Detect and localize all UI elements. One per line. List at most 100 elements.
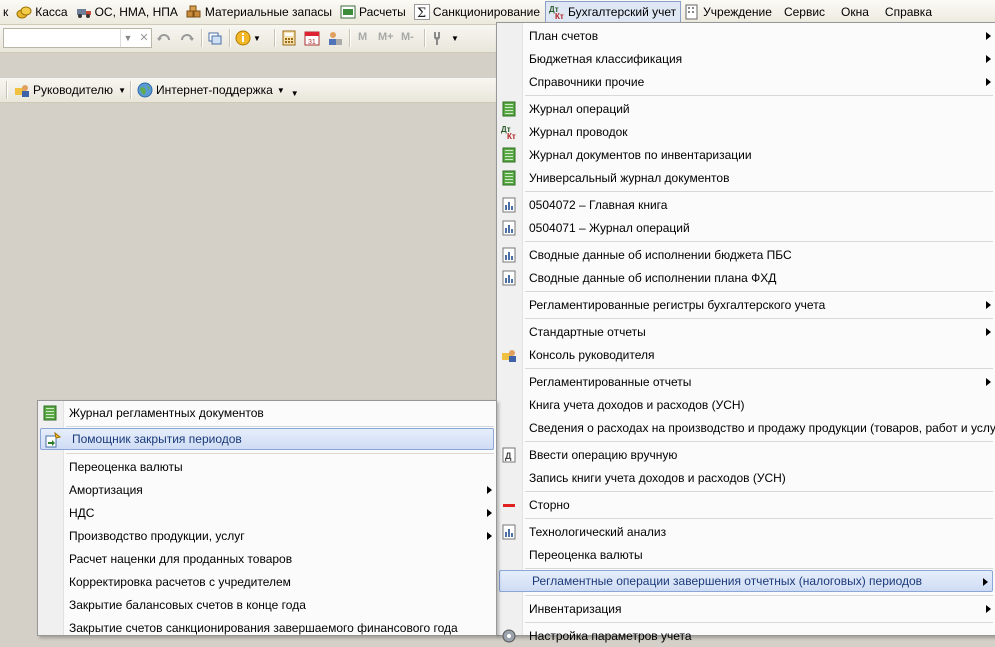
- menu-item[interactable]: Расчет наценки для проданных товаров: [38, 548, 496, 570]
- memory-button[interactable]: M: [358, 31, 367, 43]
- menu-item[interactable]: Справочники прочие: [497, 71, 995, 93]
- menu-item[interactable]: Настройка параметров учета: [497, 625, 995, 647]
- copy-windows-icon[interactable]: [207, 30, 223, 46]
- menubar-item-1[interactable]: Касса: [13, 1, 71, 23]
- svg-text:31: 31: [308, 39, 316, 46]
- menu-separator: [525, 441, 993, 442]
- menu-item[interactable]: Переоценка валюты: [38, 456, 496, 478]
- menu-item[interactable]: Регламентные операции завершения отчетны…: [499, 570, 993, 592]
- menu-item-label: Ввести операцию вручную: [529, 448, 678, 462]
- dt-kt-icon: Дт Кт: [501, 124, 517, 141]
- menu-item[interactable]: Стандартные отчеты: [497, 321, 995, 343]
- menu-item[interactable]: Закрытие счетов санкционирования заверша…: [38, 617, 496, 639]
- memory-plus-button[interactable]: M+: [378, 31, 394, 43]
- combo-dropdown-icon[interactable]: ▼: [120, 29, 135, 47]
- menu-item-label: Производство продукции, услуг: [69, 529, 245, 543]
- submenu-arrow-icon: [986, 78, 991, 86]
- menubar-item-6[interactable]: Дт Кт Бухгалтерский учет: [545, 1, 682, 23]
- menubar-item-label: Материальные запасы: [204, 5, 333, 19]
- manager-console-icon: [501, 347, 517, 363]
- menu-item[interactable]: План счетов: [497, 25, 995, 47]
- menu-item-label: Книга учета доходов и расходов (УСН): [529, 398, 745, 412]
- menu-item[interactable]: Инвентаризация: [497, 598, 995, 620]
- menubar-item-10[interactable]: Справка: [877, 1, 940, 23]
- menubar-item-0[interactable]: к: [0, 1, 12, 23]
- wizard-icon: [45, 431, 62, 448]
- submenu-arrow-icon: [487, 509, 492, 517]
- menubar-item-label: Окна: [841, 5, 869, 19]
- menubar-item-8[interactable]: Сервис: [776, 1, 833, 23]
- internet-dropdown-icon-2[interactable]: ▼: [291, 89, 299, 98]
- menubar-item-3[interactable]: Материальные запасы: [183, 1, 336, 23]
- tools-dropdown-icon[interactable]: ▼: [451, 34, 467, 50]
- find-prev-icon[interactable]: [179, 30, 195, 46]
- menu-item[interactable]: Книга учета доходов и расходов (УСН): [497, 394, 995, 416]
- menubar-item-label: Сервис: [783, 5, 826, 19]
- calendar-icon[interactable]: 31: [304, 30, 320, 46]
- search-combo[interactable]: ▼ ✕: [3, 28, 152, 48]
- menubar-item-2[interactable]: ОС, НМА, НПА: [73, 1, 182, 23]
- submenu-arrow-icon: [487, 486, 492, 494]
- menu-item[interactable]: Сведения о расходах на производство и пр…: [497, 417, 995, 439]
- manager-button[interactable]: Руководителю ▼: [14, 82, 126, 98]
- menu-item[interactable]: Сводные данные об исполнении плана ФХД: [497, 267, 995, 289]
- menu-item-label: Помощник закрытия периодов: [72, 432, 242, 446]
- menu-item[interactable]: Журнал регламентных документов: [38, 402, 496, 424]
- menu-item[interactable]: Амортизация: [38, 479, 496, 501]
- menu-item[interactable]: 0504071 – Журнал операций: [497, 217, 995, 239]
- menu-item[interactable]: Регламентированные регистры бухгалтерско…: [497, 294, 995, 316]
- menu-item[interactable]: Технологический анализ: [497, 521, 995, 543]
- report-icon: [501, 247, 517, 263]
- period-closing-submenu: Журнал регламентных документов Помощник з…: [37, 400, 497, 636]
- journal-green-icon: [501, 147, 517, 163]
- menu-item[interactable]: Производство продукции, услуг: [38, 525, 496, 547]
- menu-item-label: Сторно: [529, 498, 570, 512]
- boxes-icon: [186, 4, 202, 20]
- info-icon[interactable]: [235, 30, 251, 46]
- menu-item[interactable]: НДС: [38, 502, 496, 524]
- menu-item[interactable]: Регламентированные отчеты: [497, 371, 995, 393]
- menu-item[interactable]: Сторно: [497, 494, 995, 516]
- manager-dropdown-icon[interactable]: ▼: [118, 86, 126, 95]
- menu-item[interactable]: Корректировка расчетов с учредителем: [38, 571, 496, 593]
- menubar-item-9[interactable]: Окна: [833, 1, 877, 23]
- menu-separator: [525, 291, 993, 292]
- menubar-item-5[interactable]: Σ Санкционирование: [411, 1, 544, 23]
- internet-support-button[interactable]: Интернет-поддержка ▼ ▼: [137, 82, 299, 98]
- menu-separator: [525, 622, 993, 623]
- journal-green-icon: [501, 101, 517, 117]
- calculator-icon[interactable]: [281, 30, 297, 46]
- menu-item[interactable]: Закрытие балансовых счетов в конце года: [38, 594, 496, 616]
- submenu-arrow-icon: [986, 32, 991, 40]
- menu-item[interactable]: Бюджетная классификация: [497, 48, 995, 70]
- menu-item[interactable]: 0504072 – Главная книга: [497, 194, 995, 216]
- building-icon: [684, 4, 700, 20]
- menu-item[interactable]: Переоценка валюты: [497, 544, 995, 566]
- menu-item[interactable]: Помощник закрытия периодов: [40, 428, 494, 450]
- menu-item[interactable]: Журнал операций: [497, 98, 995, 120]
- menubar-item-7[interactable]: Учреждение: [681, 1, 776, 23]
- menu-item-label: Корректировка расчетов с учредителем: [69, 575, 291, 589]
- menu-item[interactable]: Запись книги учета доходов и расходов (У…: [497, 467, 995, 489]
- find-next-icon[interactable]: [156, 30, 172, 46]
- menu-item[interactable]: Сводные данные об исполнении бюджета ПБС: [497, 244, 995, 266]
- users-icon[interactable]: [327, 30, 343, 46]
- svg-text:Σ: Σ: [417, 6, 426, 20]
- menu-item[interactable]: Д Ввести операцию вручную: [497, 444, 995, 466]
- memory-minus-button[interactable]: M-: [401, 31, 414, 43]
- menu-item-label: Сводные данные об исполнении плана ФХД: [529, 271, 777, 285]
- menu-item[interactable]: Консоль руководителя: [497, 344, 995, 366]
- menu-item-label: Амортизация: [69, 483, 143, 497]
- combo-clear-icon[interactable]: ✕: [137, 29, 151, 47]
- internet-dropdown-icon[interactable]: ▼: [277, 86, 285, 95]
- menu-separator: [525, 595, 993, 596]
- menubar-item-4[interactable]: Расчеты: [337, 1, 410, 23]
- menubar-item-label: к: [3, 5, 9, 19]
- tools-icon[interactable]: [430, 30, 446, 46]
- journal-green-icon: [42, 405, 58, 421]
- menu-item[interactable]: Дт Кт Журнал проводок: [497, 121, 995, 143]
- info-dropdown-icon[interactable]: ▼: [253, 34, 269, 50]
- menu-item[interactable]: Журнал документов по инвентаризации: [497, 144, 995, 166]
- menu-item[interactable]: Универсальный журнал документов: [497, 167, 995, 189]
- submenu-arrow-icon: [983, 578, 988, 586]
